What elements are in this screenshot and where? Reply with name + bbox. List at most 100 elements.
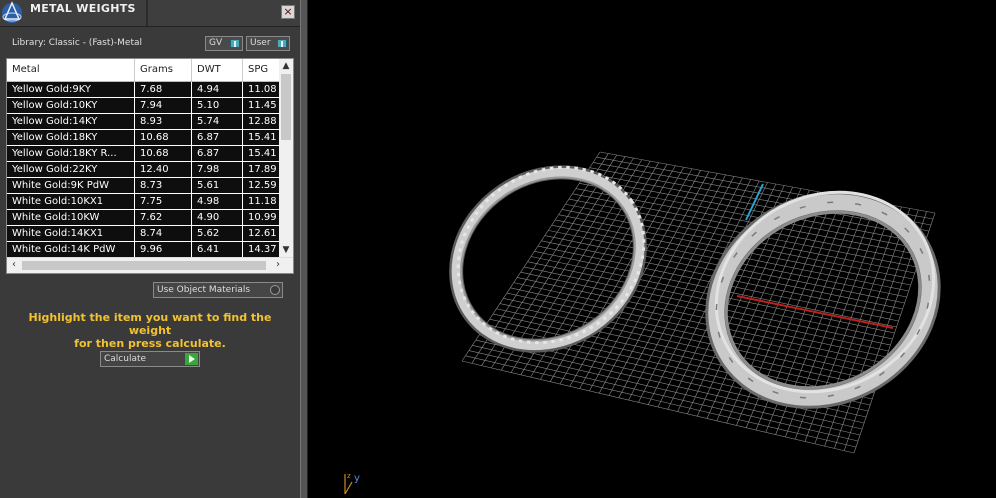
column-header-grams[interactable]: Grams: [135, 59, 192, 81]
metal-table: Metal Grams DWT SPG Yellow Gold:9KY 7.68 4…: [6, 58, 294, 274]
scroll-up-icon[interactable]: ▲: [279, 59, 293, 73]
column-header-dwt[interactable]: DWT: [192, 59, 243, 81]
table-cell-dwt: 6.87: [192, 146, 243, 161]
table-cell-spg: 14.37: [243, 242, 283, 257]
use-object-materials-label: Use Object Materials: [157, 285, 251, 295]
table-cell-metal: White Gold:10KX1: [7, 194, 135, 209]
gv-toggle-label: GV: [209, 38, 223, 48]
table-cell-dwt: 6.41: [192, 242, 243, 257]
scroll-down-icon[interactable]: ▼: [279, 243, 293, 257]
table-cell-metal: Yellow Gold:14KY: [7, 114, 135, 129]
table-row[interactable]: White Gold:9K PdW 8.73 5.61 12.59: [7, 178, 283, 194]
table-row[interactable]: White Gold:10KW 7.62 4.90 10.99: [7, 210, 283, 226]
table-cell-grams: 7.94: [135, 98, 192, 113]
use-object-materials-option[interactable]: Use Object Materials: [153, 282, 283, 298]
table-body: Yellow Gold:9KY 7.68 4.94 11.08 Yellow Gold:…: [7, 82, 283, 258]
table-row[interactable]: Yellow Gold:18KY R... 10.68 6.87 15.41: [7, 146, 283, 162]
library-label: Library: Classic - (Fast)-Metal: [12, 38, 143, 48]
toggle-knob-icon[interactable]: [230, 39, 240, 48]
vertical-scroll-thumb[interactable]: [281, 74, 291, 140]
table-cell-dwt: 4.98: [192, 194, 243, 209]
table-cell-grams: 8.73: [135, 178, 192, 193]
left-ring[interactable]: [423, 132, 678, 381]
table-cell-spg: 15.41: [243, 146, 283, 161]
horizontal-scrollbar[interactable]: ‹ ›: [7, 257, 293, 273]
metal-weights-panel: METAL WEIGHTS × Library: Classic - (Fast…: [0, 0, 300, 498]
table-cell-dwt: 5.62: [192, 226, 243, 241]
table-row[interactable]: White Gold:14KX1 8.74 5.62 12.61: [7, 226, 283, 242]
table-cell-metal: White Gold:10KW: [7, 210, 135, 225]
axis-label-y: y: [354, 473, 360, 484]
scroll-right-icon[interactable]: ›: [271, 258, 285, 272]
viewport-scene[interactable]: [309, 0, 996, 498]
table-cell-spg: 15.41: [243, 130, 283, 145]
column-header-spg[interactable]: SPG: [243, 59, 283, 81]
table-cell-spg: 17.89: [243, 162, 283, 177]
table-cell-metal: Yellow Gold:10KY: [7, 98, 135, 113]
app-logo-icon: [2, 1, 22, 23]
calculate-button[interactable]: Calculate: [100, 351, 200, 367]
table-cell-metal: Yellow Gold:18KY R...: [7, 146, 135, 161]
panel-title: METAL WEIGHTS: [30, 2, 136, 15]
table-row[interactable]: Yellow Gold:10KY 7.94 5.10 11.45: [7, 98, 283, 114]
calculate-label: Calculate: [104, 354, 147, 364]
panel-splitter[interactable]: [300, 0, 308, 498]
table-cell-dwt: 4.94: [192, 82, 243, 97]
table-cell-metal: White Gold:14K PdW: [7, 242, 135, 257]
table-cell-metal: White Gold:9K PdW: [7, 178, 135, 193]
table-cell-grams: 7.68: [135, 82, 192, 97]
table-row[interactable]: Yellow Gold:14KY 8.93 5.74 12.88: [7, 114, 283, 130]
table-cell-dwt: 4.90: [192, 210, 243, 225]
table-cell-metal: Yellow Gold:18KY: [7, 130, 135, 145]
3d-viewport[interactable]: z y: [309, 0, 996, 498]
table-cell-dwt: 5.10: [192, 98, 243, 113]
close-icon[interactable]: ×: [283, 5, 292, 18]
horizontal-scroll-thumb[interactable]: [22, 261, 266, 270]
table-cell-dwt: 6.87: [192, 130, 243, 145]
table-cell-grams: 8.74: [135, 226, 192, 241]
table-row[interactable]: White Gold:14K PdW 9.96 6.41 14.37: [7, 242, 283, 258]
table-cell-grams: 10.68: [135, 146, 192, 161]
table-cell-dwt: 7.98: [192, 162, 243, 177]
user-toggle[interactable]: User: [246, 36, 290, 51]
right-ring[interactable]: [681, 155, 969, 435]
toggle-knob-icon[interactable]: [277, 39, 287, 48]
x-axis-line: [736, 295, 894, 329]
table-cell-spg: 11.08: [243, 82, 283, 97]
table-cell-spg: 11.45: [243, 98, 283, 113]
table-cell-spg: 11.18: [243, 194, 283, 209]
table-row[interactable]: Yellow Gold:18KY 10.68 6.87 15.41: [7, 130, 283, 146]
panel-titlebar: METAL WEIGHTS ×: [0, 0, 300, 27]
titlebar-divider: [146, 0, 148, 26]
close-button[interactable]: ×: [281, 5, 295, 19]
table-row[interactable]: Yellow Gold:22KY 12.40 7.98 17.89: [7, 162, 283, 178]
table-cell-dwt: 5.74: [192, 114, 243, 129]
table-cell-dwt: 5.61: [192, 178, 243, 193]
radio-icon[interactable]: [270, 285, 280, 295]
play-arrow-icon[interactable]: [185, 353, 198, 365]
table-cell-spg: 12.88: [243, 114, 283, 129]
instruction-text: Highlight the item you want to find the …: [10, 311, 290, 350]
table-row[interactable]: White Gold:10KX1 7.75 4.98 11.18: [7, 194, 283, 210]
table-cell-grams: 10.68: [135, 130, 192, 145]
table-cell-spg: 10.99: [243, 210, 283, 225]
table-cell-metal: White Gold:14KX1: [7, 226, 135, 241]
table-header: Metal Grams DWT SPG: [7, 59, 279, 82]
column-header-metal[interactable]: Metal: [7, 59, 135, 81]
table-cell-grams: 8.93: [135, 114, 192, 129]
vertical-scrollbar[interactable]: ▲ ▼: [279, 59, 293, 257]
instruction-line-2: for then press calculate.: [74, 337, 226, 350]
table-row[interactable]: Yellow Gold:9KY 7.68 4.94 11.08: [7, 82, 283, 98]
table-cell-metal: Yellow Gold:22KY: [7, 162, 135, 177]
table-cell-spg: 12.61: [243, 226, 283, 241]
scroll-left-icon[interactable]: ‹: [7, 258, 21, 272]
axis-gizmo-icon: z y: [344, 472, 360, 495]
table-cell-grams: 7.75: [135, 194, 192, 209]
svg-text:z: z: [347, 472, 351, 480]
table-cell-grams: 9.96: [135, 242, 192, 257]
table-cell-spg: 12.59: [243, 178, 283, 193]
table-cell-grams: 7.62: [135, 210, 192, 225]
instruction-line-1: Highlight the item you want to find the …: [28, 311, 272, 337]
table-cell-metal: Yellow Gold:9KY: [7, 82, 135, 97]
gv-toggle[interactable]: GV: [205, 36, 243, 51]
